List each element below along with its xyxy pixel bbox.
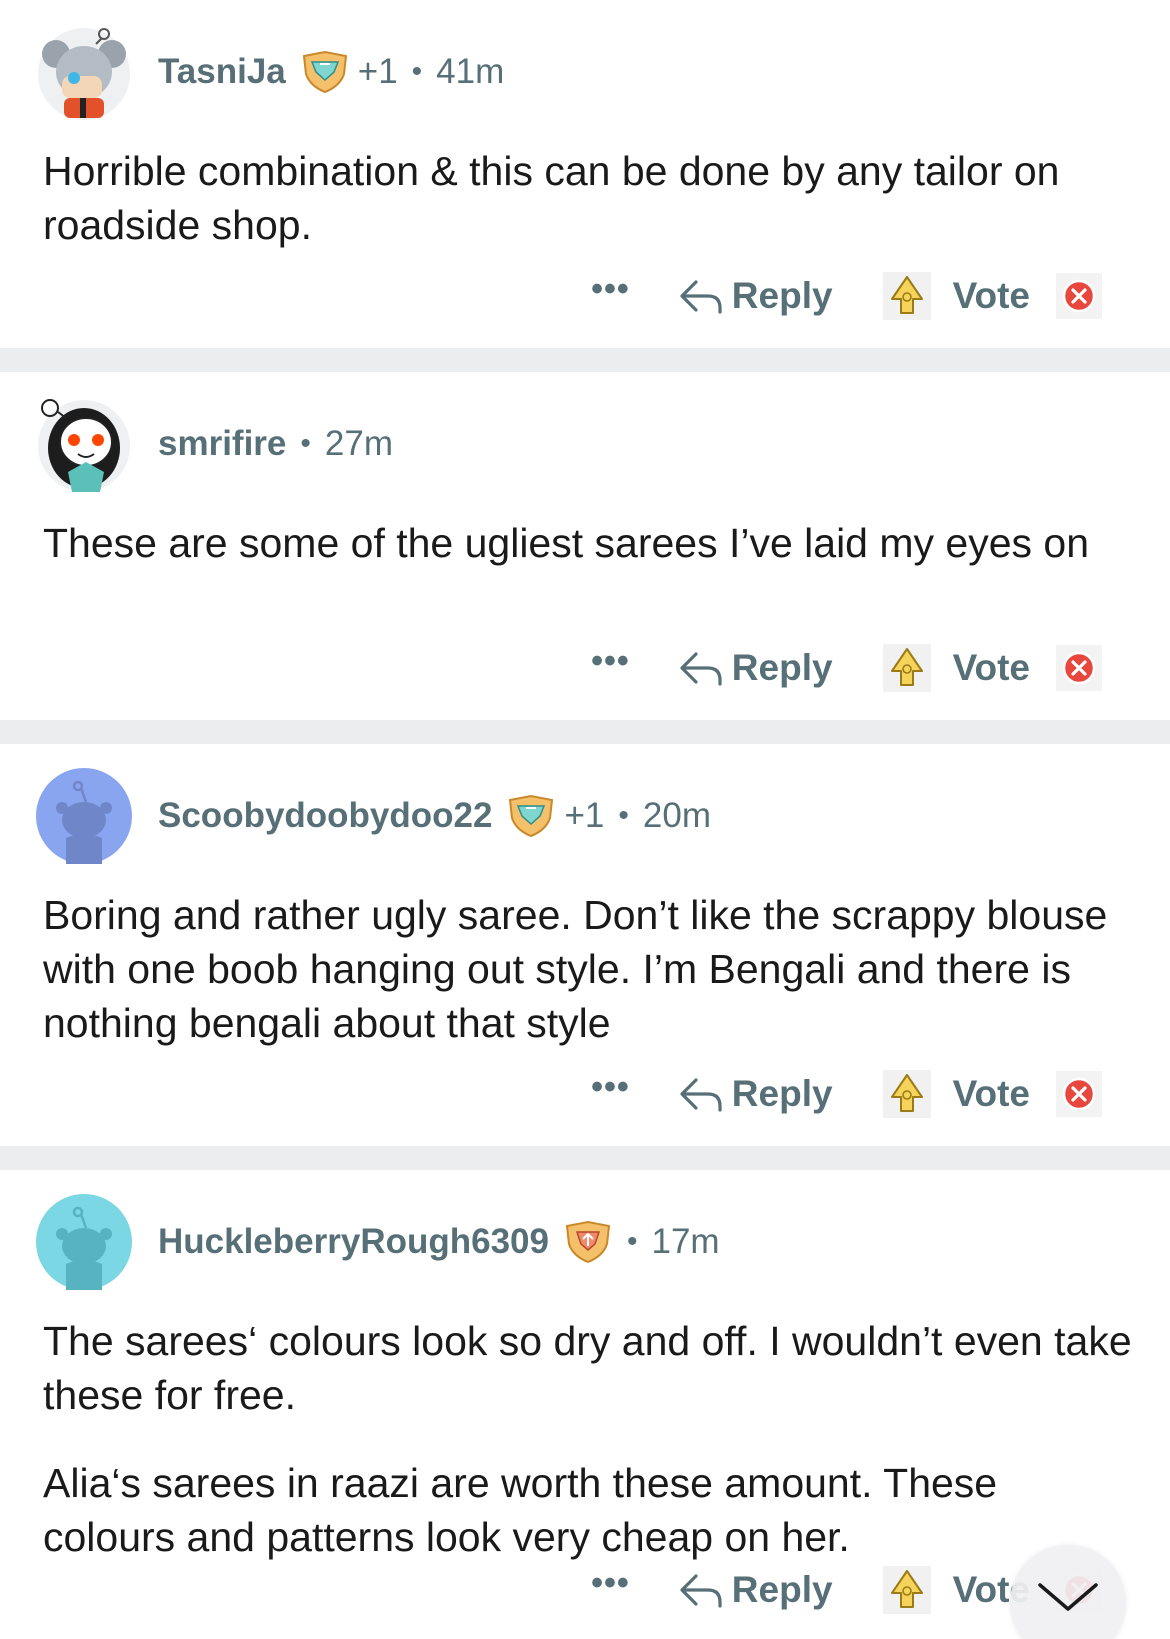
gold-upvote-icon[interactable] <box>882 1070 931 1118</box>
separator-dot: • <box>300 427 311 460</box>
comment-divider <box>0 720 1170 744</box>
comment-paragraph: Horrible combination & this can be done … <box>43 148 1060 248</box>
more-options-button[interactable]: ••• <box>591 1070 630 1118</box>
comment-body: These are some of the ugliest sarees I’v… <box>43 516 1133 570</box>
comment-header: smrifire • 27m <box>36 394 393 494</box>
chevron-down-icon <box>1038 1583 1098 1611</box>
more-options-button[interactable]: ••• <box>591 272 630 320</box>
vote-button[interactable]: Vote <box>953 1073 1030 1115</box>
red-x-icon[interactable] <box>1056 645 1102 691</box>
timestamp: 17m <box>651 1222 720 1261</box>
avatar[interactable] <box>36 396 132 492</box>
avatar[interactable] <box>36 768 132 864</box>
avatar[interactable] <box>36 24 132 120</box>
comment-paragraph: Boring and rather ugly saree. Don’t like… <box>43 892 1108 1046</box>
comment-body: Boring and rather ugly saree. Don’t like… <box>43 888 1133 1050</box>
comment-header: Scoobydoobydoo22 +1 • 20m <box>36 766 711 866</box>
reply-arrow-icon <box>680 1078 722 1112</box>
comment-meta: smrifire • 27m <box>158 424 393 464</box>
comment-divider <box>0 348 1170 372</box>
more-options-button[interactable]: ••• <box>591 1566 630 1614</box>
comment-actions: ••• Reply Vote <box>591 1064 1102 1124</box>
comment-header: HuckleberryRough6309 • 17m <box>36 1192 720 1292</box>
vote-button[interactable]: Vote <box>953 647 1030 689</box>
reply-button[interactable]: Reply <box>678 1073 833 1115</box>
username[interactable]: smrifire <box>158 424 286 464</box>
comment-paragraph: Alia‘s sarees in raazi are worth these a… <box>43 1460 998 1560</box>
comment-actions: ••• Reply Vote <box>591 638 1102 698</box>
comment-meta: TasniJa +1 • 41m <box>158 50 504 94</box>
comment-actions: ••• Reply Vote <box>591 266 1102 326</box>
reply-button[interactable]: Reply <box>678 275 833 317</box>
timestamp: 41m <box>436 52 505 91</box>
timestamp: 20m <box>642 796 711 835</box>
more-options-button[interactable]: ••• <box>591 644 630 692</box>
comment-1: TasniJa +1 • 41m Horrible combination & … <box>0 0 1170 348</box>
red-x-icon[interactable] <box>1056 273 1102 319</box>
reply-label: Reply <box>731 1073 833 1114</box>
gold-upvote-icon[interactable] <box>882 272 931 320</box>
comment-2: smrifire • 27m These are some of the ugl… <box>0 372 1170 720</box>
shield-award-icon[interactable] <box>300 50 350 94</box>
username[interactable]: HuckleberryRough6309 <box>158 1222 549 1262</box>
username[interactable]: TasniJa <box>158 52 286 92</box>
reply-button[interactable]: Reply <box>678 1569 833 1611</box>
reply-label: Reply <box>731 1569 833 1610</box>
comment-body: Horrible combination & this can be done … <box>43 144 1133 252</box>
separator-dot: • <box>626 1225 638 1258</box>
comment-divider <box>0 1146 1170 1170</box>
reply-arrow-icon <box>680 1574 722 1608</box>
comment-body: The sarees‘ colours look so dry and off.… <box>43 1314 1133 1564</box>
shield-award-icon[interactable] <box>563 1220 613 1264</box>
comment-meta: HuckleberryRough6309 • 17m <box>158 1220 720 1264</box>
avatar[interactable] <box>36 1194 132 1290</box>
comment-paragraph: The sarees‘ colours look so dry and off.… <box>43 1318 1132 1418</box>
comment-3: Scoobydoobydoo22 +1 • 20m Boring and rat… <box>0 744 1170 1146</box>
gold-upvote-icon[interactable] <box>882 644 931 692</box>
separator-dot: • <box>411 55 423 88</box>
comment-4: HuckleberryRough6309 • 17m The sarees‘ c… <box>0 1170 1170 1639</box>
red-x-icon[interactable] <box>1056 1071 1102 1117</box>
reply-arrow-icon <box>680 280 722 314</box>
reply-label: Reply <box>731 647 833 688</box>
comment-feed: TasniJa +1 • 41m Horrible combination & … <box>0 0 1170 1639</box>
reply-button[interactable]: Reply <box>678 647 833 689</box>
shield-award-icon[interactable] <box>506 794 556 838</box>
reply-arrow-icon <box>680 652 722 686</box>
comment-meta: Scoobydoobydoo22 +1 • 20m <box>158 794 711 838</box>
username[interactable]: Scoobydoobydoo22 <box>158 796 492 836</box>
award-count: +1 <box>564 796 605 835</box>
vote-button[interactable]: Vote <box>953 275 1030 317</box>
award-count: +1 <box>357 52 398 91</box>
comment-paragraph: These are some of the ugliest sarees I’v… <box>43 520 1090 566</box>
comment-header: TasniJa +1 • 41m <box>36 22 504 122</box>
separator-dot: • <box>618 799 629 832</box>
timestamp: 27m <box>324 424 394 463</box>
gold-upvote-icon[interactable] <box>882 1566 931 1614</box>
reply-label: Reply <box>731 275 833 316</box>
